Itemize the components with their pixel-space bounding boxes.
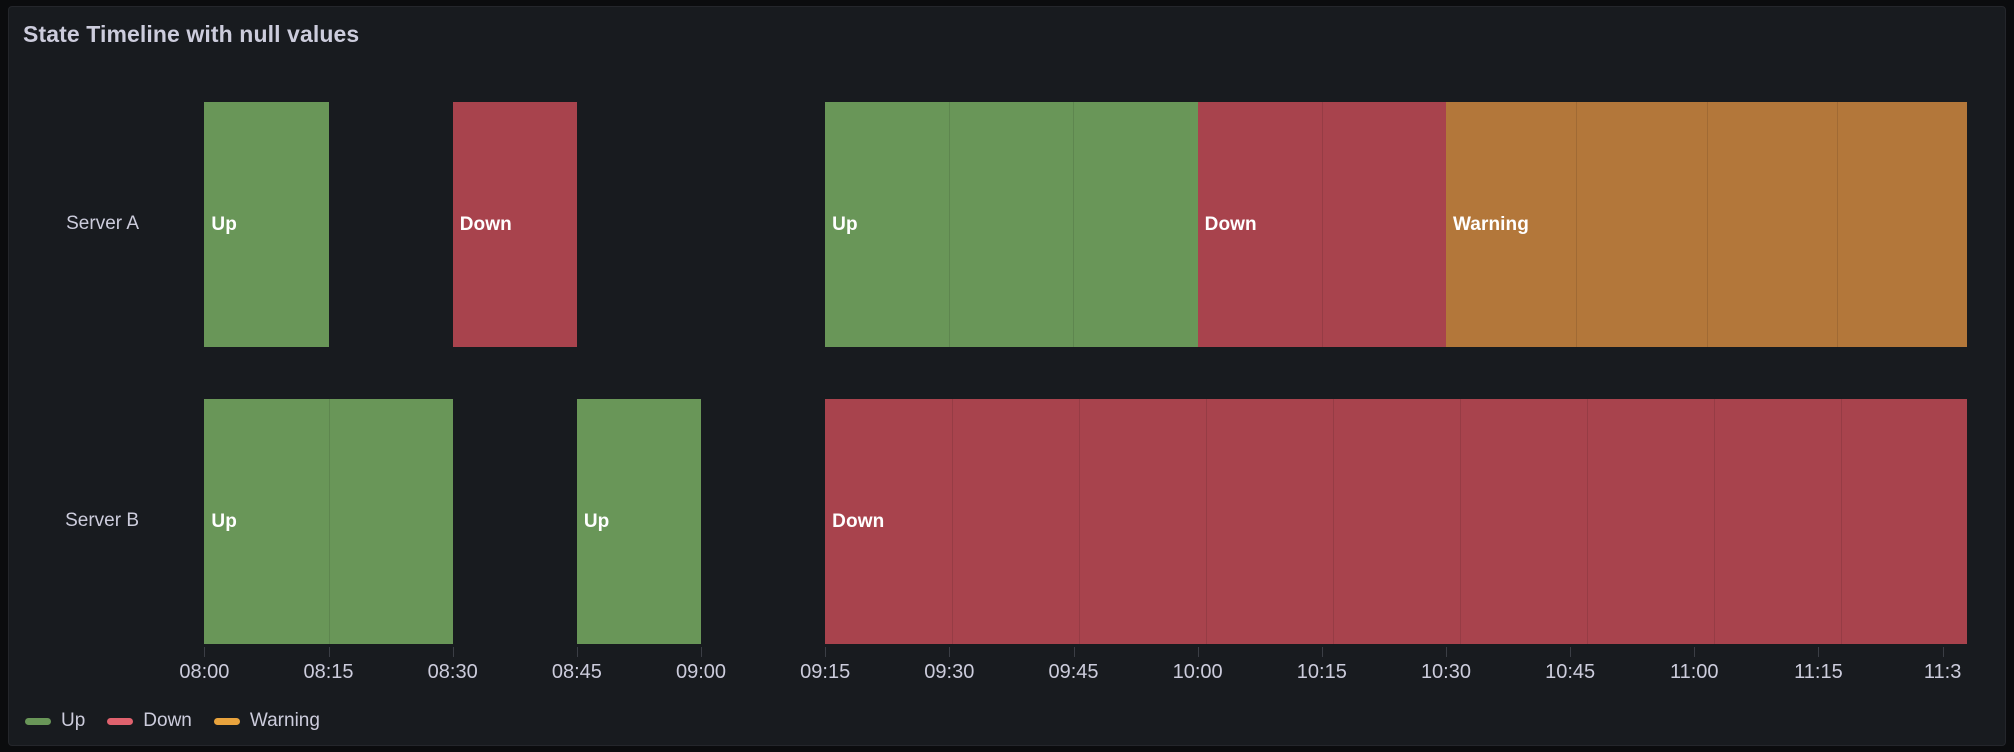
segment-divider	[949, 102, 951, 347]
x-axis-tick-label: 09:45	[1048, 661, 1099, 683]
x-axis-tick	[204, 647, 206, 657]
x-axis-tick-label: 10:45	[1545, 661, 1596, 683]
x-axis-tick-label: 10:30	[1420, 661, 1471, 683]
x-axis-tick	[825, 647, 827, 657]
x-axis-tick	[1073, 647, 1075, 657]
x-axis-tick-label: 08:00	[179, 661, 230, 683]
segment-divider	[1079, 399, 1080, 644]
x-axis-tick-label: 08:45	[551, 661, 602, 683]
state-timeline-panel: State Timeline with null values Up Down Up…	[8, 6, 2006, 746]
y-axis-label: Server B	[65, 509, 139, 531]
timeline-row: Up Up Down	[163, 399, 1984, 644]
y-axis-label: Server A	[66, 212, 139, 234]
legend-label: Up	[61, 710, 86, 731]
segment-divider	[1713, 399, 1715, 644]
x-axis: 08:00 08:15 08:30 08:45 09:00 09:15 09:30 09:45…	[163, 647, 1984, 695]
x-axis-tick-label: 09:30	[924, 661, 975, 683]
x-axis-tick	[452, 647, 454, 657]
segment-divider	[1706, 102, 1708, 347]
segment-label: Down	[832, 510, 885, 532]
timeline-segment[interactable]: Down	[1197, 102, 1446, 347]
x-axis-tick	[1694, 647, 1696, 657]
segment-label: Warning	[1452, 213, 1529, 235]
x-axis-tick-label: 10:15	[1296, 661, 1347, 683]
x-axis-tick	[576, 647, 578, 657]
x-axis-tick-label: 08:15	[303, 661, 354, 683]
x-axis-tick-label: 11:3	[1923, 661, 1962, 683]
segment-label: Up	[211, 213, 237, 235]
segment-label: Up	[832, 213, 858, 235]
timeline-segment[interactable]: Up	[576, 399, 702, 644]
x-axis-tick-label: 09:15	[800, 661, 851, 683]
timeline-segment[interactable]: Up	[204, 399, 453, 644]
x-axis-tick-label: 10:00	[1172, 661, 1223, 683]
legend-swatch-icon	[107, 717, 134, 725]
legend[interactable]: Up Down Warning	[25, 707, 342, 735]
x-axis-tick	[1445, 647, 1447, 657]
x-axis-tick-label: 11:15	[1794, 661, 1843, 683]
segment-divider	[952, 399, 954, 644]
x-axis-tick	[949, 647, 951, 657]
segment-divider	[1576, 102, 1578, 347]
x-axis-tick	[328, 647, 330, 657]
segment-divider	[1321, 102, 1323, 347]
x-axis-tick	[1197, 647, 1199, 657]
legend-label: Down	[143, 710, 192, 731]
x-axis-tick-label: 11:00	[1669, 661, 1719, 683]
x-axis-tick	[1818, 647, 1820, 657]
timeline-segment[interactable]: Up	[204, 102, 329, 347]
timeline-plot-area[interactable]: Up Down Up Down Warning Up Up Down	[163, 83, 1984, 647]
legend-swatch-icon	[213, 717, 240, 725]
x-axis-tick	[1942, 647, 1944, 657]
page-title: State Timeline with null values	[23, 21, 360, 47]
timeline-segment[interactable]: Down	[825, 399, 1968, 644]
legend-label: Warning	[249, 710, 320, 731]
legend-swatch-icon	[25, 717, 51, 725]
segment-divider	[1840, 399, 1842, 644]
x-axis-tick	[701, 647, 703, 657]
segment-divider	[1459, 399, 1461, 644]
timeline-segment[interactable]: Warning	[1445, 102, 1968, 347]
segment-divider	[1586, 399, 1588, 644]
segment-divider	[1332, 399, 1334, 644]
segment-divider	[1837, 102, 1839, 347]
segment-label: Down	[459, 213, 512, 235]
x-axis-tick-label: 09:00	[675, 661, 727, 683]
timeline-segment[interactable]: Up	[825, 102, 1198, 347]
x-axis-tick-label: 08:30	[427, 661, 478, 683]
timeline-segment[interactable]: Down	[452, 102, 577, 347]
segment-divider	[1205, 399, 1207, 644]
segment-label: Down	[1204, 213, 1257, 235]
segment-divider	[328, 399, 330, 644]
x-axis-tick	[1570, 647, 1572, 657]
segment-label: Up	[211, 510, 237, 532]
segment-label: Up	[583, 510, 610, 532]
legend-item-warning[interactable]: Warning	[213, 710, 320, 732]
timeline-row: Up Down Up Down Warning	[163, 102, 1984, 347]
x-axis-tick	[1321, 647, 1323, 657]
timeline-rows-container: Up Down Up Down Warning Up Up Down	[163, 83, 1984, 647]
legend-item-up[interactable]: Up	[25, 710, 85, 732]
segment-divider	[1073, 102, 1075, 347]
legend-item-down[interactable]: Down	[107, 710, 192, 732]
